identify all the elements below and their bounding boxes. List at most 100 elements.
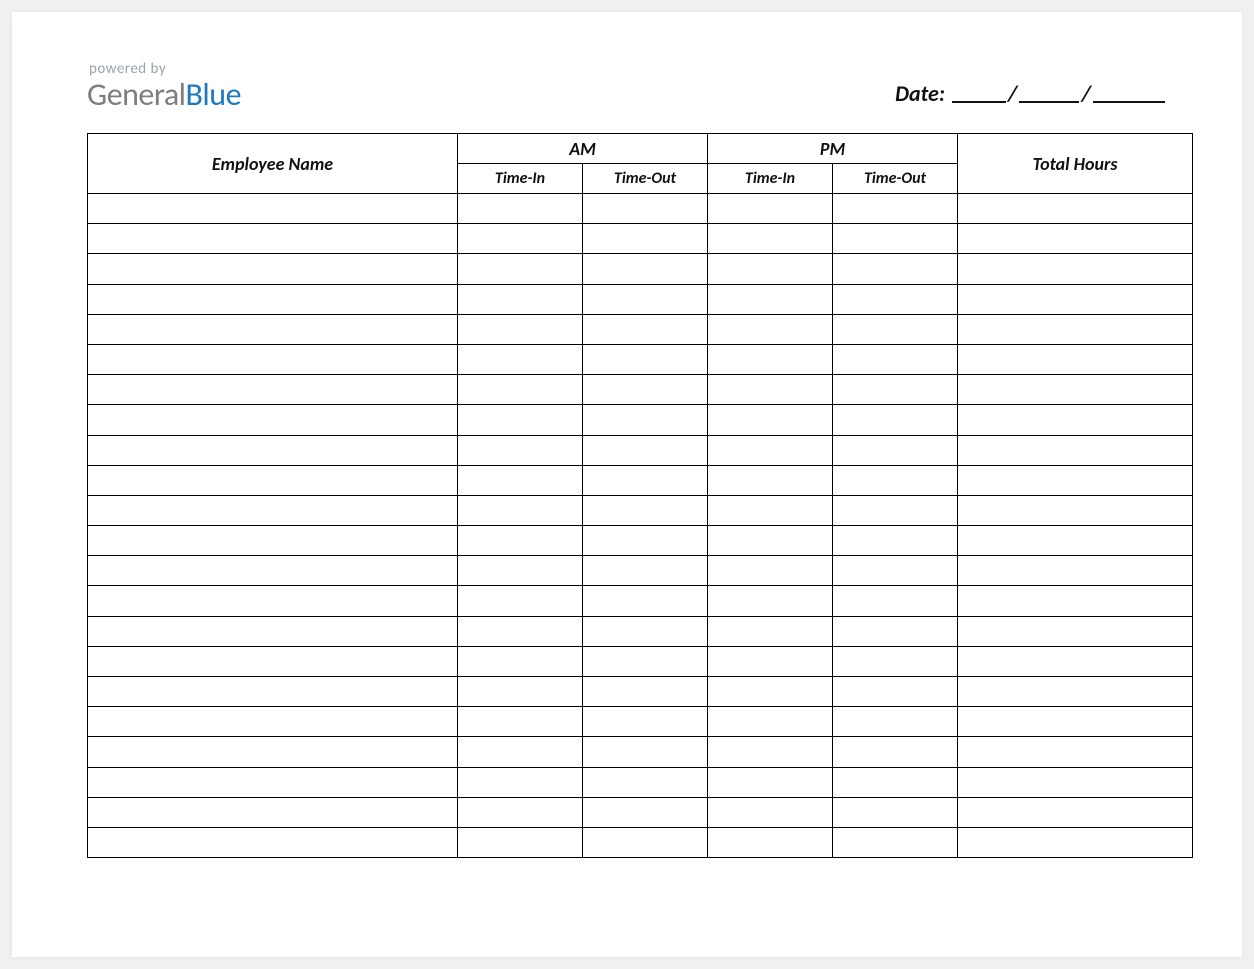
cell-pm_in[interactable] <box>708 314 833 344</box>
cell-total[interactable] <box>958 405 1193 435</box>
cell-name[interactable] <box>88 827 458 857</box>
cell-am_in[interactable] <box>458 586 583 616</box>
date-blank-month[interactable] <box>952 83 1006 103</box>
cell-pm_in[interactable] <box>708 254 833 284</box>
cell-total[interactable] <box>958 646 1193 676</box>
cell-am_in[interactable] <box>458 677 583 707</box>
cell-name[interactable] <box>88 586 458 616</box>
cell-total[interactable] <box>958 435 1193 465</box>
cell-pm_out[interactable] <box>833 435 958 465</box>
cell-pm_in[interactable] <box>708 375 833 405</box>
cell-total[interactable] <box>958 284 1193 314</box>
cell-total[interactable] <box>958 827 1193 857</box>
cell-total[interactable] <box>958 194 1193 224</box>
cell-pm_out[interactable] <box>833 827 958 857</box>
cell-am_in[interactable] <box>458 465 583 495</box>
cell-total[interactable] <box>958 465 1193 495</box>
cell-total[interactable] <box>958 254 1193 284</box>
cell-am_in[interactable] <box>458 797 583 827</box>
cell-pm_in[interactable] <box>708 495 833 525</box>
cell-name[interactable] <box>88 284 458 314</box>
cell-am_in[interactable] <box>458 767 583 797</box>
cell-am_in[interactable] <box>458 344 583 374</box>
cell-name[interactable] <box>88 254 458 284</box>
cell-total[interactable] <box>958 375 1193 405</box>
cell-pm_out[interactable] <box>833 194 958 224</box>
cell-pm_out[interactable] <box>833 314 958 344</box>
cell-pm_in[interactable] <box>708 767 833 797</box>
cell-am_out[interactable] <box>583 586 708 616</box>
cell-am_in[interactable] <box>458 526 583 556</box>
cell-pm_in[interactable] <box>708 465 833 495</box>
cell-am_out[interactable] <box>583 495 708 525</box>
cell-pm_out[interactable] <box>833 767 958 797</box>
cell-pm_in[interactable] <box>708 797 833 827</box>
cell-name[interactable] <box>88 194 458 224</box>
cell-am_out[interactable] <box>583 707 708 737</box>
cell-pm_in[interactable] <box>708 677 833 707</box>
cell-pm_out[interactable] <box>833 616 958 646</box>
cell-pm_in[interactable] <box>708 526 833 556</box>
cell-am_in[interactable] <box>458 495 583 525</box>
cell-total[interactable] <box>958 586 1193 616</box>
cell-name[interactable] <box>88 797 458 827</box>
cell-pm_out[interactable] <box>833 526 958 556</box>
cell-pm_out[interactable] <box>833 344 958 374</box>
cell-pm_in[interactable] <box>708 827 833 857</box>
cell-am_in[interactable] <box>458 224 583 254</box>
cell-name[interactable] <box>88 737 458 767</box>
cell-name[interactable] <box>88 314 458 344</box>
cell-am_in[interactable] <box>458 254 583 284</box>
cell-am_out[interactable] <box>583 526 708 556</box>
cell-am_out[interactable] <box>583 194 708 224</box>
cell-am_out[interactable] <box>583 616 708 646</box>
cell-name[interactable] <box>88 677 458 707</box>
cell-am_in[interactable] <box>458 556 583 586</box>
cell-pm_out[interactable] <box>833 495 958 525</box>
cell-am_in[interactable] <box>458 405 583 435</box>
cell-pm_in[interactable] <box>708 556 833 586</box>
cell-am_out[interactable] <box>583 767 708 797</box>
cell-pm_in[interactable] <box>708 586 833 616</box>
cell-pm_in[interactable] <box>708 344 833 374</box>
cell-am_in[interactable] <box>458 646 583 676</box>
cell-am_in[interactable] <box>458 194 583 224</box>
date-blank-year[interactable] <box>1093 83 1165 103</box>
cell-name[interactable] <box>88 495 458 525</box>
cell-pm_out[interactable] <box>833 797 958 827</box>
cell-am_in[interactable] <box>458 827 583 857</box>
cell-am_in[interactable] <box>458 616 583 646</box>
cell-total[interactable] <box>958 526 1193 556</box>
cell-am_out[interactable] <box>583 314 708 344</box>
cell-am_out[interactable] <box>583 827 708 857</box>
cell-name[interactable] <box>88 435 458 465</box>
cell-name[interactable] <box>88 375 458 405</box>
cell-pm_in[interactable] <box>708 646 833 676</box>
cell-am_out[interactable] <box>583 405 708 435</box>
cell-pm_in[interactable] <box>708 616 833 646</box>
cell-name[interactable] <box>88 767 458 797</box>
cell-name[interactable] <box>88 646 458 676</box>
cell-pm_out[interactable] <box>833 586 958 616</box>
cell-pm_in[interactable] <box>708 737 833 767</box>
cell-pm_in[interactable] <box>708 194 833 224</box>
cell-total[interactable] <box>958 677 1193 707</box>
cell-am_out[interactable] <box>583 677 708 707</box>
cell-pm_out[interactable] <box>833 465 958 495</box>
cell-name[interactable] <box>88 465 458 495</box>
cell-name[interactable] <box>88 526 458 556</box>
cell-pm_in[interactable] <box>708 405 833 435</box>
cell-name[interactable] <box>88 616 458 646</box>
cell-am_out[interactable] <box>583 224 708 254</box>
cell-pm_in[interactable] <box>708 435 833 465</box>
cell-total[interactable] <box>958 314 1193 344</box>
cell-total[interactable] <box>958 707 1193 737</box>
cell-am_in[interactable] <box>458 737 583 767</box>
cell-total[interactable] <box>958 495 1193 525</box>
cell-name[interactable] <box>88 344 458 374</box>
cell-pm_out[interactable] <box>833 375 958 405</box>
cell-am_out[interactable] <box>583 797 708 827</box>
cell-pm_out[interactable] <box>833 405 958 435</box>
cell-name[interactable] <box>88 405 458 435</box>
date-blank-day[interactable] <box>1019 83 1079 103</box>
